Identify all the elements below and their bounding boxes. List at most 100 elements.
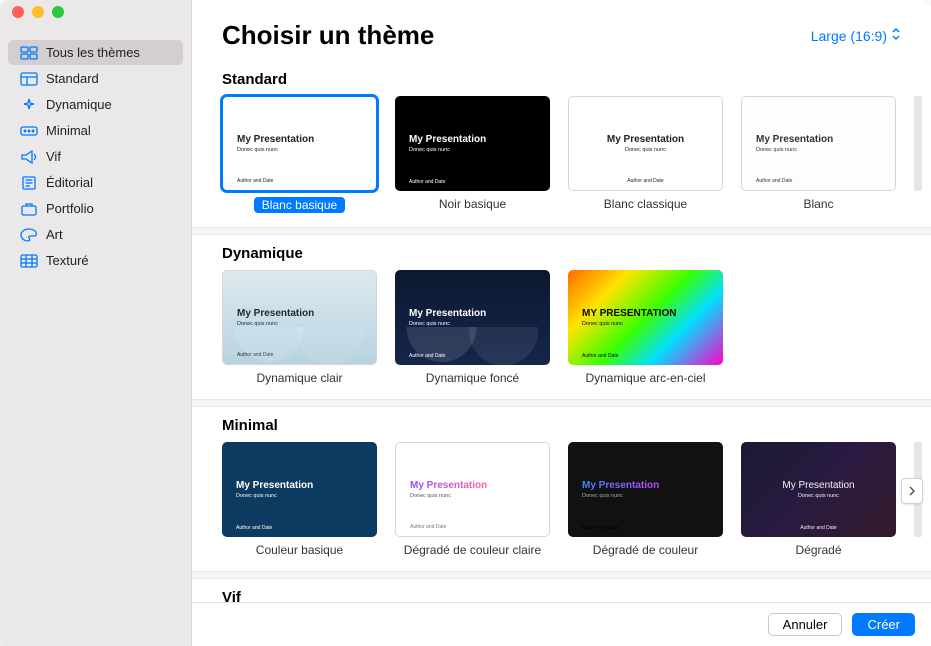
theme-label: Dynamique clair [256, 371, 342, 385]
section-divider [192, 571, 931, 579]
preview-author: Author and Date [409, 179, 445, 185]
cancel-button[interactable]: Annuler [768, 613, 843, 636]
theme-thumbnail: MY PRESENTATIONDonec quis nuncAuthor and… [568, 270, 723, 365]
preview-subtitle: Donec quis nunc [756, 147, 895, 153]
preview-title: My Presentation [607, 134, 684, 145]
layout-icon [20, 72, 38, 86]
theme-card[interactable]: My PresentationDonec quis nuncAuthor and… [568, 442, 723, 557]
theme-scroll-area[interactable]: Standard My Presentation Donec quis nunc Au… [192, 61, 931, 646]
theme-thumbnail: My PresentationDonec quis nuncAuthor and… [395, 442, 550, 537]
sidebar-item-label: Standard [46, 71, 99, 86]
sidebar-item-dynamique[interactable]: Dynamique [8, 92, 183, 117]
preview-subtitle: Donec quis nunc [582, 493, 723, 499]
preview-title: My Presentation [409, 134, 550, 145]
theme-thumbnail: My Presentation Donec quis nunc Author and… [222, 442, 377, 537]
theme-thumbnail: My PresentationDonec quis nuncAuthor and… [568, 442, 723, 537]
theme-thumbnail: My PresentationDonec quis nuncAuthor and… [741, 442, 896, 537]
sidebar-item-label: Minimal [46, 123, 91, 138]
theme-card[interactable]: MY PRESENTATIONDonec quis nuncAuthor and… [568, 270, 723, 385]
theme-label: Dégradé [795, 543, 841, 557]
preview-author: Author and Date [237, 178, 273, 184]
theme-thumbnail: My Presentation Donec quis nunc Author and… [741, 96, 896, 191]
preview-title: My Presentation [237, 308, 376, 319]
sidebar-item-label: Vif [46, 149, 61, 164]
preview-subtitle: Donec quis nunc [409, 147, 550, 153]
theme-label: Dégradé de couleur [593, 543, 698, 557]
section-divider [192, 227, 931, 235]
theme-card[interactable]: My Presentation Donec quis nunc Author and… [741, 96, 896, 211]
theme-card[interactable]: My Presentation Donec quis nunc Author and… [395, 96, 550, 211]
theme-row: My Presentation Donec quis nunc Author and… [192, 96, 931, 227]
theme-card[interactable]: My PresentationDonec quis nuncAuthor and… [568, 96, 723, 211]
preview-subtitle: Donec quis nunc [582, 321, 723, 327]
sidebar-item-portfolio[interactable]: Portfolio [8, 196, 183, 221]
chevron-up-down-icon [891, 27, 901, 44]
section-title: Minimal [192, 407, 931, 442]
theme-label: Noir basique [439, 197, 506, 211]
theme-card[interactable]: My PresentationDonec quis nuncAuthor and… [741, 442, 896, 557]
preview-title: My Presentation [237, 134, 376, 145]
sidebar-item-label: Tous les thèmes [46, 45, 140, 60]
sidebar-item-tous-les-th-mes[interactable]: Tous les thèmes [8, 40, 183, 65]
minimize-window-button[interactable] [32, 6, 44, 18]
theme-card[interactable]: My PresentationDonec quis nuncAuthor and… [395, 270, 550, 385]
sidebar-item-vif[interactable]: Vif [8, 144, 183, 169]
preview-title: MY PRESENTATION [582, 308, 723, 319]
theme-label: Blanc classique [604, 197, 687, 211]
header: Choisir un thème Large (16:9) [192, 0, 931, 61]
sidebar-item--ditorial[interactable]: Éditorial [8, 170, 183, 195]
theme-card[interactable]: My Presentation Donec quis nunc Author and… [222, 442, 377, 557]
close-window-button[interactable] [12, 6, 24, 18]
sidebar-item-label: Portfolio [46, 201, 94, 216]
theme-row: My Presentation Donec quis nunc Author and… [192, 270, 931, 399]
footer: Annuler Créer [192, 602, 931, 646]
preview-subtitle: Donec quis nunc [410, 493, 549, 499]
theme-thumbnail: My PresentationDonec quis nuncAuthor and… [222, 270, 377, 365]
sidebar-item-minimal[interactable]: Minimal [8, 118, 183, 143]
theme-thumbnail: My Presentation Donec quis nunc Author and… [395, 96, 550, 191]
preview-title: My Presentation [582, 480, 723, 491]
preview-title: My Presentation [409, 308, 550, 319]
preview-author: Author and Date [409, 353, 445, 359]
theme-card[interactable]: My PresentationDonec quis nuncAuthor and… [222, 96, 377, 213]
preview-author: Author and Date [756, 178, 792, 184]
sidebar-item-label: Dynamique [46, 97, 112, 112]
body: Tous les thèmes Standard Dynamique Minimal V… [0, 0, 931, 646]
scroll-right-button[interactable] [901, 478, 923, 504]
theme-label: Blanc [803, 197, 833, 211]
main-content: Choisir un thème Large (16:9) Standard My… [192, 0, 931, 646]
theme-card[interactable]: My PresentationDonec quis nuncAuthor and… [395, 442, 550, 557]
preview-subtitle: Donec quis nunc [236, 493, 377, 499]
theme-thumbnail: My PresentationDonec quis nuncAuthor and… [395, 270, 550, 365]
theme-card[interactable]: My PresentationDonec quis nuncAuthor and… [222, 270, 377, 385]
document-icon [20, 176, 38, 190]
preview-title: My Presentation [782, 480, 854, 491]
sparkle-icon [20, 98, 38, 112]
theme-label: Couleur basique [256, 543, 343, 557]
aspect-ratio-picker[interactable]: Large (16:9) [811, 27, 901, 44]
create-button[interactable]: Créer [852, 613, 915, 636]
briefcase-icon [20, 202, 38, 216]
palette-icon [20, 228, 38, 242]
preview-author: Author and Date [236, 525, 272, 531]
preview-subtitle: Donec quis nunc [625, 147, 666, 153]
sidebar-item-standard[interactable]: Standard [8, 66, 183, 91]
texture-icon [20, 254, 38, 268]
overflow-peek [914, 96, 922, 191]
theme-thumbnail: My PresentationDonec quis nuncAuthor and… [222, 96, 377, 191]
preview-title: My Presentation [756, 134, 895, 145]
preview-author: Author and Date [410, 524, 446, 530]
theme-chooser-window: Tous les thèmes Standard Dynamique Minimal V… [0, 0, 931, 646]
sidebar-item-label: Texturé [46, 253, 89, 268]
sidebar-item-label: Éditorial [46, 175, 93, 190]
zoom-window-button[interactable] [52, 6, 64, 18]
page-title: Choisir un thème [222, 20, 434, 51]
preview-author: Author and Date [741, 525, 896, 531]
megaphone-icon [20, 150, 38, 164]
section-title: Standard [192, 61, 931, 96]
preview-title: My Presentation [236, 480, 377, 491]
theme-row: My Presentation Donec quis nunc Author and… [192, 442, 931, 571]
preview-author: Author and Date [237, 352, 273, 358]
sidebar-item-art[interactable]: Art [8, 222, 183, 247]
sidebar-item-textur-[interactable]: Texturé [8, 248, 183, 273]
